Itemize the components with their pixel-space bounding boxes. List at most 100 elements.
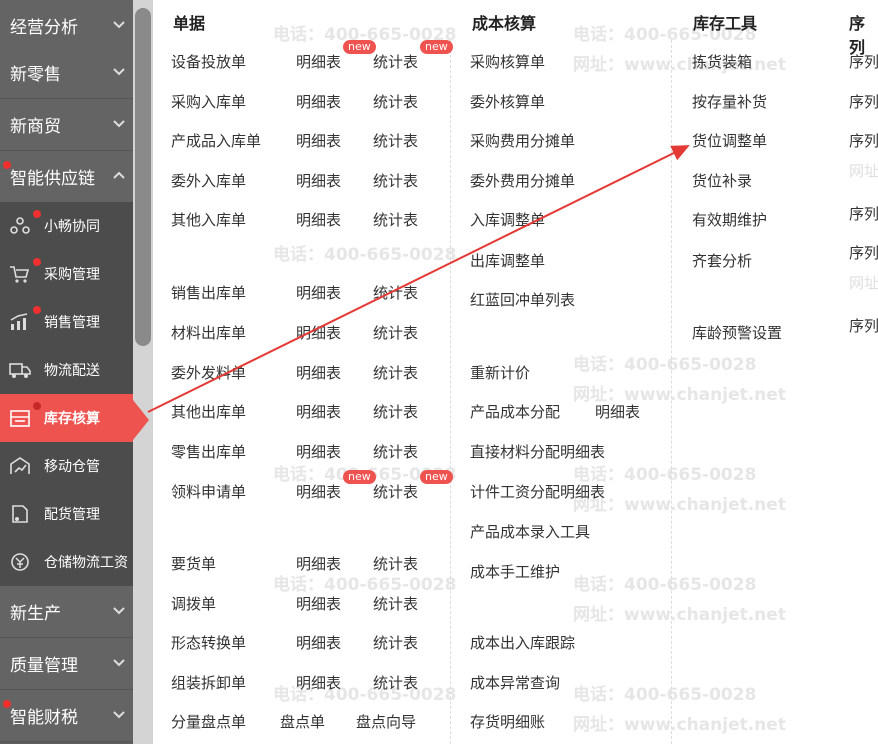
menu-link-product-cost-allocation[interactable]: 产品成本分配 (470, 401, 560, 422)
menu-link-sales-issue[interactable]: 销售出库单 (171, 282, 246, 303)
notification-dot (33, 258, 41, 266)
menu-link-stats[interactable]: 统计表 (373, 441, 418, 462)
menu-link-form-conversion[interactable]: 形态转换单 (171, 632, 246, 653)
menu-link-equipment-placement[interactable]: 设备投放单 (171, 51, 246, 72)
menu-link-issue-adjustment[interactable]: 出库调整单 (470, 250, 545, 271)
menu-link-detail[interactable]: 明细表 (296, 91, 341, 112)
menu-link-detail[interactable]: 明细表 (296, 282, 341, 303)
sidebar-item-logistics[interactable]: 物流配送 (0, 346, 133, 394)
menu-link-detail[interactable]: 明细表 (595, 401, 640, 422)
sidebar-item-distribution[interactable]: 配货管理 (0, 490, 133, 538)
menu-link-direct-material-allocation[interactable]: 直接材料分配明细表 (470, 441, 605, 462)
menu-link-finished-goods-receipt[interactable]: 产成品入库单 (171, 130, 261, 151)
menu-link-material-issue[interactable]: 材料出库单 (171, 322, 246, 343)
sidebar-category-smart-finance-tax[interactable]: 智能财税 (0, 690, 133, 742)
menu-link-stats[interactable]: 统计表 (373, 481, 418, 502)
menu-link-serial[interactable]: 序列 (849, 51, 878, 72)
sidebar-item-inventory-costing[interactable]: 库存核算 (0, 394, 133, 442)
sidebar-item-mobile-warehouse[interactable]: 移动仓管 (0, 442, 133, 490)
sidebar-item-purchase[interactable]: 采购管理 (0, 250, 133, 298)
menu-link-detail[interactable]: 明细表 (296, 51, 341, 72)
menu-link-aging-alert-settings[interactable]: 库龄预警设置 (692, 322, 782, 343)
sidebar-scrollbar-thumb[interactable] (135, 8, 151, 346)
menu-link-cost-anomaly-query[interactable]: 成本异常查询 (470, 672, 560, 693)
menu-link-transfer[interactable]: 调拨单 (171, 593, 216, 614)
menu-link-purchase-costing[interactable]: 采购核算单 (470, 51, 545, 72)
menu-link-outsource-receipt[interactable]: 委外入库单 (171, 170, 246, 191)
menu-link-stocktake-wizard[interactable]: 盘点向导 (356, 711, 416, 732)
menu-link-manual-cost-maintenance[interactable]: 成本手工维护 (470, 561, 560, 582)
menu-link-outsource-expense-allocation[interactable]: 委外费用分摊单 (470, 170, 575, 191)
menu-link-inventory-ledger[interactable]: 存货明细账 (470, 711, 545, 732)
menu-link-stats[interactable]: 统计表 (373, 91, 418, 112)
menu-link-detail[interactable]: 明细表 (296, 362, 341, 383)
menu-link-detail[interactable]: 明细表 (296, 130, 341, 151)
menu-link-red-blue-reversal[interactable]: 红蓝回冲单列表 (470, 289, 575, 310)
sidebar-category-new-trade[interactable]: 新商贸 (0, 99, 133, 151)
menu-link-detail[interactable]: 明细表 (296, 553, 341, 574)
menu-link-outsource-costing[interactable]: 委外核算单 (470, 91, 545, 112)
menu-panel: 电话：400-665-0028 电话：400-665-0028 网址：www.c… (153, 0, 878, 744)
menu-link-serial[interactable]: 序列 (849, 315, 878, 336)
menu-link-product-cost-entry-tool[interactable]: 产品成本录入工具 (470, 521, 590, 542)
menu-link-stats[interactable]: 统计表 (373, 209, 418, 230)
sidebar-category-quality-management[interactable]: 质量管理 (0, 638, 133, 690)
menu-link-replenish-by-stock[interactable]: 按存量补货 (692, 91, 767, 112)
menu-link-detail[interactable]: 明细表 (296, 593, 341, 614)
menu-link-serial[interactable]: 序列 (849, 203, 878, 224)
menu-link-cost-io-tracking[interactable]: 成本出入库跟踪 (470, 632, 575, 653)
menu-link-goods-request[interactable]: 要货单 (171, 553, 216, 574)
menu-link-stats[interactable]: 统计表 (373, 672, 418, 693)
menu-link-stats[interactable]: 统计表 (373, 282, 418, 303)
menu-link-detail[interactable]: 明细表 (296, 170, 341, 191)
sidebar-category-new-retail[interactable]: 新零售 (0, 47, 133, 99)
menu-link-location-supplement[interactable]: 货位补录 (692, 170, 752, 191)
menu-link-revaluation[interactable]: 重新计价 (470, 362, 530, 383)
menu-link-kit-analysis[interactable]: 齐套分析 (692, 250, 752, 271)
menu-link-stats[interactable]: 统计表 (373, 593, 418, 614)
menu-link-stats[interactable]: 统计表 (373, 170, 418, 191)
menu-link-detail[interactable]: 明细表 (296, 441, 341, 462)
menu-link-stats[interactable]: 统计表 (373, 553, 418, 574)
sidebar-item-sales[interactable]: 销售管理 (0, 298, 133, 346)
menu-link-expiry-maintenance[interactable]: 有效期维护 (692, 209, 767, 230)
menu-link-stats[interactable]: 统计表 (373, 632, 418, 653)
category-label: 新零售 (10, 65, 61, 85)
menu-link-detail[interactable]: 明细表 (296, 322, 341, 343)
menu-link-retail-issue[interactable]: 零售出库单 (171, 441, 246, 462)
distribution-icon (12, 505, 28, 523)
menu-link-detail[interactable]: 明细表 (296, 632, 341, 653)
menu-link-stats[interactable]: 统计表 (373, 401, 418, 422)
menu-link-detail[interactable]: 明细表 (296, 672, 341, 693)
menu-link-outsource-material[interactable]: 委外发料单 (171, 362, 246, 383)
menu-link-other-receipt[interactable]: 其他入库单 (171, 209, 246, 230)
menu-link-location-adjustment[interactable]: 货位调整单 (692, 130, 767, 151)
menu-link-purchase-expense-allocation[interactable]: 采购费用分摊单 (470, 130, 575, 151)
sidebar-item-wage[interactable]: 仓储物流工资 (0, 538, 133, 586)
sidebar-item-collaboration[interactable]: 小畅协同 (0, 202, 133, 250)
sidebar-category-smart-supply-chain[interactable]: 智能供应链 (0, 151, 133, 203)
menu-link-partial-stocktake[interactable]: 分量盘点单 (171, 711, 246, 732)
menu-link-stocktake[interactable]: 盘点单 (280, 711, 325, 732)
menu-link-stats[interactable]: 统计表 (373, 130, 418, 151)
menu-link-other-issue[interactable]: 其他出库单 (171, 401, 246, 422)
menu-link-picking-packing[interactable]: 拣货装箱 (692, 51, 752, 72)
notification-dot (33, 210, 41, 218)
menu-link-assembly-disassembly[interactable]: 组装拆卸单 (171, 672, 246, 693)
menu-link-detail[interactable]: 明细表 (296, 209, 341, 230)
menu-link-serial[interactable]: 序列 (849, 242, 878, 263)
menu-link-detail[interactable]: 明细表 (296, 401, 341, 422)
menu-link-stats[interactable]: 统计表 (373, 322, 418, 343)
menu-link-detail[interactable]: 明细表 (296, 481, 341, 502)
menu-link-piecework-wage-allocation[interactable]: 计件工资分配明细表 (470, 481, 605, 502)
menu-link-serial[interactable]: 序列 (849, 91, 878, 112)
menu-link-stats[interactable]: 统计表 (373, 51, 418, 72)
menu-link-purchase-receipt[interactable]: 采购入库单 (171, 91, 246, 112)
sidebar-category-business-analysis[interactable]: 经营分析 (0, 0, 133, 52)
sidebar-category-new-production[interactable]: 新生产 (0, 586, 133, 638)
menu-link-material-request[interactable]: 领料申请单 (171, 481, 246, 502)
menu-link-receipt-adjustment[interactable]: 入库调整单 (470, 209, 545, 230)
menu-link-serial[interactable]: 序列 (849, 130, 878, 151)
chevron-down-icon (113, 711, 125, 719)
menu-link-stats[interactable]: 统计表 (373, 362, 418, 383)
